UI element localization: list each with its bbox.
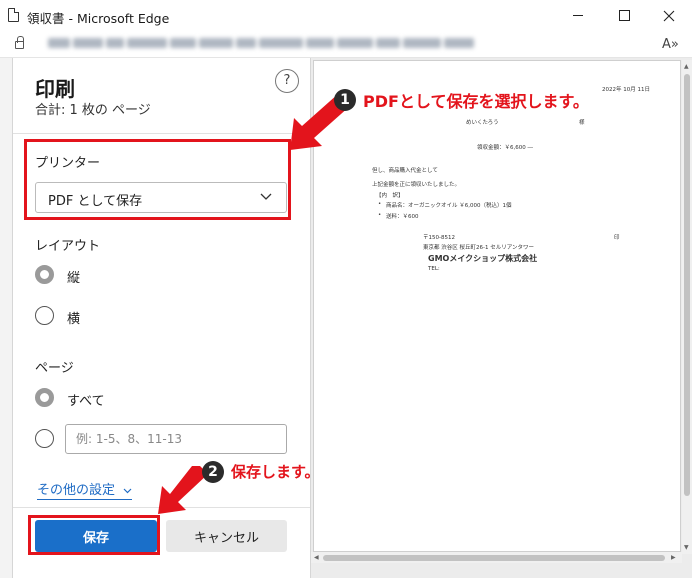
address-bar[interactable]: A» xyxy=(0,32,692,58)
receipt-amount: 領収金額：￥6,600 ― xyxy=(477,145,533,151)
scroll-up-icon[interactable]: ▲ xyxy=(684,63,689,71)
receipt-postal: 〒150-8512 xyxy=(423,235,455,241)
cancel-button[interactable]: キャンセル xyxy=(166,520,287,552)
step-2-badge: 2 xyxy=(202,461,224,483)
help-button[interactable]: ? xyxy=(275,69,299,93)
page-range-field[interactable] xyxy=(65,424,287,454)
receipt-breakdown-header: 【内 訳】 xyxy=(376,193,404,199)
layout-portrait-label: 縦 xyxy=(67,271,81,286)
scroll-right-icon[interactable]: ▶ xyxy=(671,554,676,562)
more-settings-label: その他の設定 xyxy=(37,483,116,498)
receipt-recipient: めいくたろう xyxy=(466,120,499,126)
pages-label: ページ xyxy=(35,361,74,376)
close-button[interactable] xyxy=(646,0,692,32)
url-redacted xyxy=(48,38,488,50)
preview-horizontal-scroll-thumb[interactable] xyxy=(323,555,665,561)
receipt-tel: TEL: xyxy=(428,266,440,272)
window-title: 領収書 - Microsoft Edge xyxy=(27,11,170,26)
page-title: 印刷 xyxy=(35,77,75,101)
pages-all-radio[interactable] xyxy=(35,388,54,407)
receipt-purpose: 但し、商品購入代金として xyxy=(372,168,438,174)
layout-portrait-radio[interactable] xyxy=(35,265,54,284)
scroll-down-icon[interactable]: ▼ xyxy=(684,544,689,552)
layout-landscape-label: 横 xyxy=(67,312,81,327)
step-1-badge: 1 xyxy=(334,89,356,111)
layout-landscape-radio[interactable] xyxy=(35,306,54,325)
layout-label: レイアウト xyxy=(35,239,101,254)
receipt-received: 上記金額を正に領収いたしました。 xyxy=(372,182,461,188)
more-settings-link[interactable]: その他の設定 xyxy=(37,479,133,500)
receipt-item-2: 送料：￥600 xyxy=(386,214,419,220)
lock-icon xyxy=(15,36,24,49)
receipt-company: GMOメイクショップ株式会社 xyxy=(428,254,538,263)
divider xyxy=(13,133,310,134)
receipt-address: 東京都 渋谷区 桜丘町26-1 セルリアンタワー xyxy=(423,245,535,251)
preview-vertical-scroll-thumb[interactable] xyxy=(684,74,690,496)
printer-highlight-box xyxy=(24,139,291,220)
receipt-item-1: 商品名：オーガニックオイル ￥6,000（税込）1個 xyxy=(386,203,512,209)
preview-horizontal-scrollbar[interactable]: ◀ ▶ xyxy=(311,552,682,563)
close-icon xyxy=(663,10,675,22)
preview-page: 2022年 10月 11日 めいくたろう 様 領収金額：￥6,600 ― 但し、… xyxy=(313,60,681,552)
document-icon xyxy=(8,8,19,22)
step-2-instruction: 保存します。 xyxy=(231,463,320,481)
list-bullet: • xyxy=(378,212,382,218)
page-count: 合計: 1 枚の ページ xyxy=(35,103,151,118)
print-preview: 2022年 10月 11日 めいくたろう 様 領収金額：￥6,600 ― 但し、… xyxy=(311,58,692,578)
maximize-button[interactable] xyxy=(601,0,647,32)
step-1-instruction: PDFとして保存を選択します。 xyxy=(363,92,589,111)
receipt-seal: 印 xyxy=(614,235,620,241)
pages-all-label: すべて xyxy=(67,394,105,409)
receipt-honorific: 様 xyxy=(579,120,585,126)
preview-vertical-scrollbar[interactable]: ▲ ▼ xyxy=(682,60,692,554)
list-bullet: • xyxy=(378,201,382,207)
read-aloud-icon[interactable]: A» xyxy=(662,37,679,52)
minimize-button[interactable] xyxy=(555,0,601,32)
receipt-date: 2022年 10月 11日 xyxy=(602,87,650,93)
pages-range-radio[interactable] xyxy=(35,429,54,448)
window-titlebar: 領収書 - Microsoft Edge xyxy=(0,0,692,32)
scroll-left-icon[interactable]: ◀ xyxy=(314,554,319,562)
page-range-input[interactable] xyxy=(66,425,286,453)
save-highlight-box xyxy=(28,515,160,555)
chevron-down-icon xyxy=(123,488,132,493)
